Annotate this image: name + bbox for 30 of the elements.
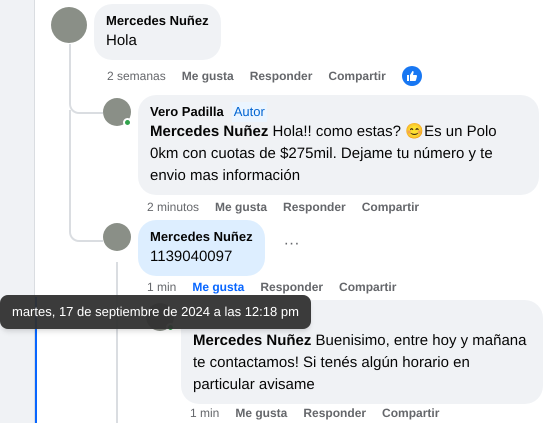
avatar[interactable] (51, 7, 87, 43)
more-options-button[interactable]: ··· (284, 236, 300, 252)
reply-link[interactable]: Responder (303, 404, 366, 422)
thumbs-up-reaction-icon[interactable] (402, 66, 422, 86)
comment-text: Mercedes Nuñez Buenisimo, entre hoy y mañana te contactamos! Si tenés algún horario en particular avisame (193, 331, 528, 395)
share-link[interactable]: Compartir (328, 67, 386, 85)
like-link[interactable]: Me gusta (235, 404, 288, 422)
comment-time[interactable]: 1 min (190, 404, 220, 422)
author-name[interactable]: Mercedes Nuñez (150, 227, 253, 247)
comment-time[interactable]: 2 semanas (107, 67, 166, 85)
author-name[interactable]: Mercedes Nuñez (106, 11, 209, 31)
comment-text: 1139040097 (150, 247, 234, 267)
author-name[interactable]: Vero Padilla (150, 102, 224, 122)
share-link[interactable]: Compartir (362, 198, 420, 216)
avatar[interactable] (103, 223, 131, 251)
share-link[interactable]: Compartir (339, 278, 396, 296)
author-label: Autor (232, 102, 267, 122)
reply-link[interactable]: Responder (283, 198, 346, 216)
like-link[interactable]: Me gusta (192, 278, 244, 296)
timestamp-tooltip: martes, 17 de septiembre de 2024 a las 12:18 pm (0, 295, 311, 329)
reply-link[interactable]: Responder (260, 278, 324, 296)
avatar[interactable] (103, 98, 131, 126)
comment-text: Mercedes Nuñez Hola!! como estas? 😊Es un Polo 0km con cuotas de $275mil. Dejame tu número y te envio mas información (150, 122, 498, 186)
comment-text: Hola (106, 31, 138, 51)
reply-link[interactable]: Responder (250, 67, 312, 85)
like-link[interactable]: Me gusta (182, 67, 234, 85)
comment-time[interactable]: 2 minutos (147, 198, 200, 216)
comment-time[interactable]: 1 min (147, 278, 176, 296)
share-link[interactable]: Compartir (382, 404, 440, 422)
like-link[interactable]: Me gusta (215, 198, 268, 216)
